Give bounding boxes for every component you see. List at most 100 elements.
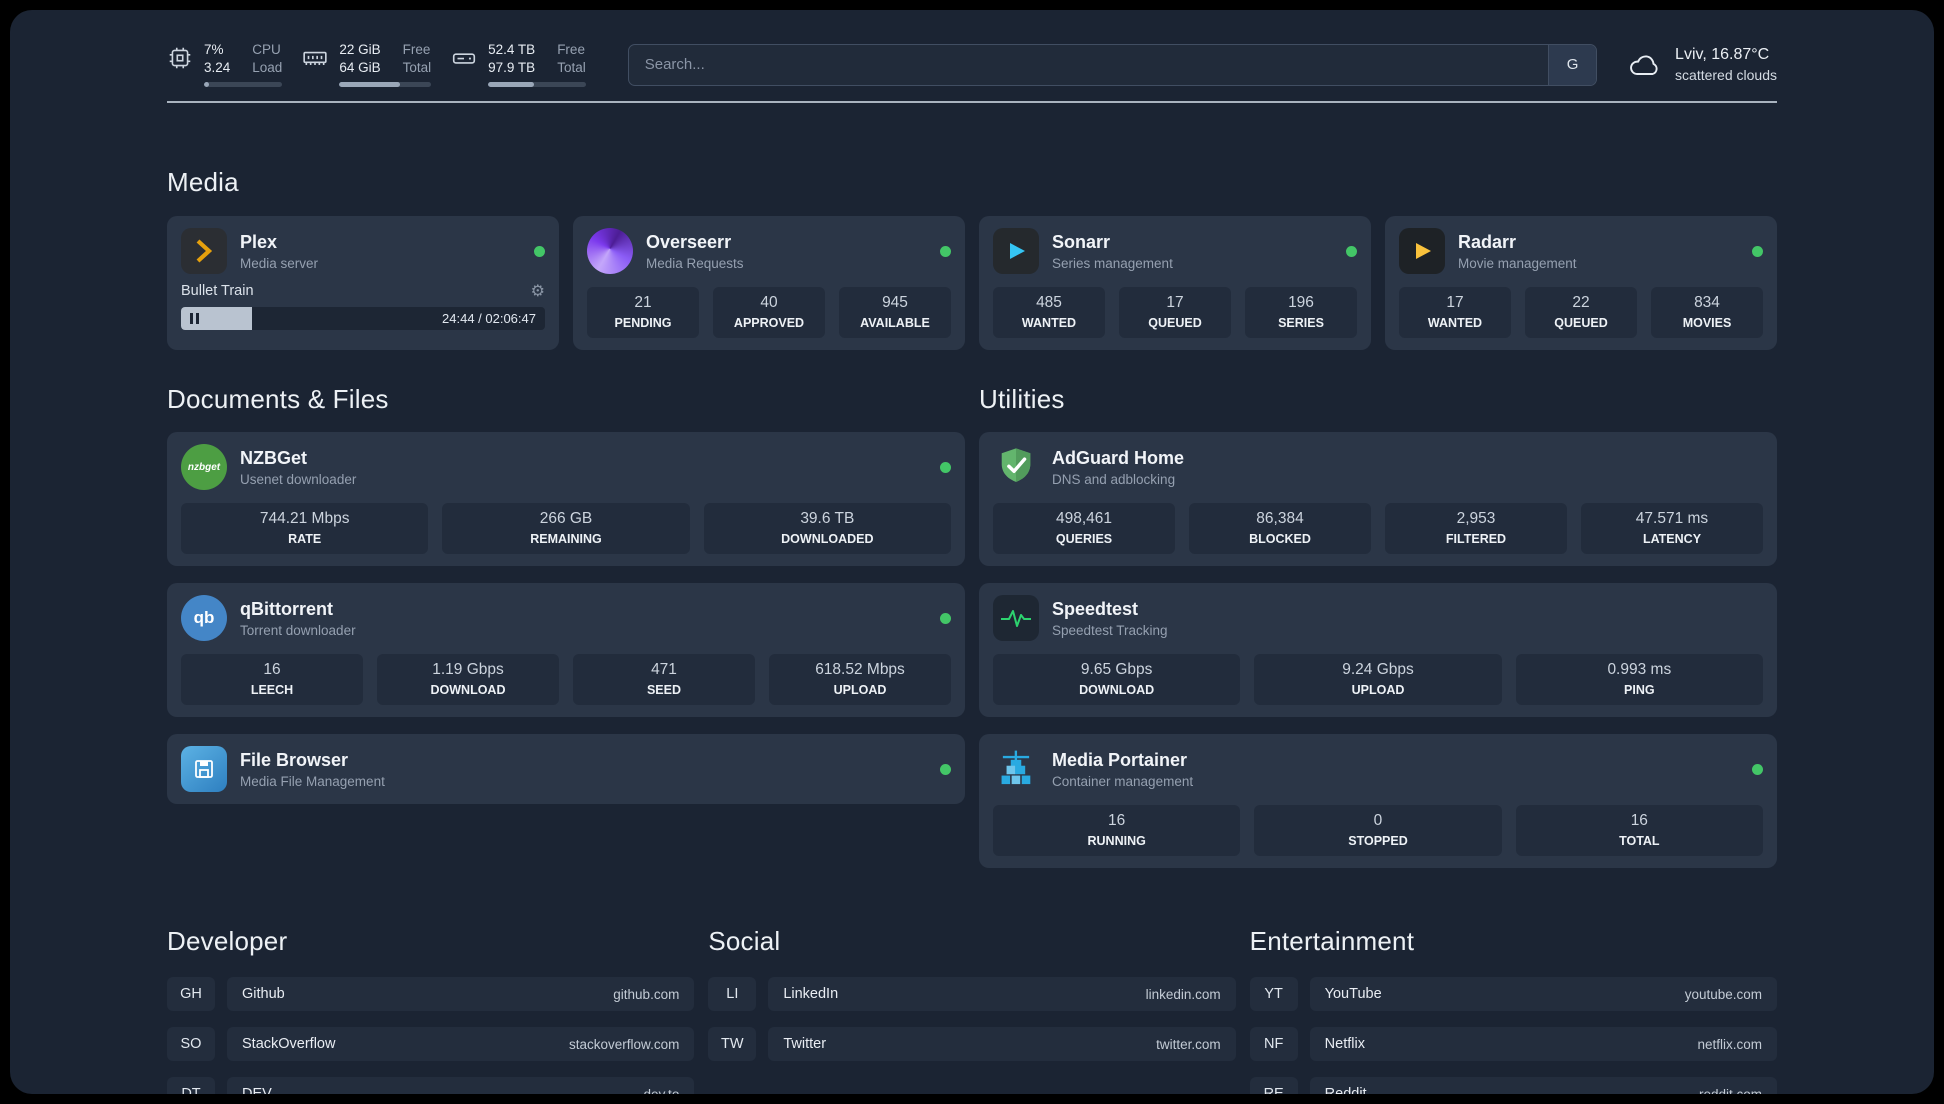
stat-value: 21 <box>634 294 652 311</box>
app-card-qbittorrent[interactable]: qb qBittorrent Torrent downloader 16 LEE… <box>167 583 965 717</box>
search-bar: G <box>627 43 1598 86</box>
stat-value: 471 <box>651 661 677 678</box>
reddit-abbr-tile[interactable]: RE <box>1249 1077 1298 1094</box>
stat-tile-queued: 22 QUEUED <box>1525 287 1637 338</box>
section-title-documents: Documents & Files <box>167 384 389 414</box>
ram-total-label: Total <box>402 60 432 75</box>
app-name: Plex <box>240 231 278 252</box>
topbar-divider <box>167 101 1777 103</box>
pause-icon[interactable] <box>190 313 199 324</box>
netflix-abbr-tile[interactable]: NF <box>1249 1027 1298 1061</box>
disk-free-label: Free <box>557 42 585 57</box>
cpu-usage-value: 7% <box>204 42 224 57</box>
search-input[interactable] <box>628 44 1549 85</box>
ram-total-value: 64 GiB <box>339 60 381 75</box>
stat-label: RUNNING <box>1087 834 1146 848</box>
app-name: Media Portainer <box>1052 749 1188 770</box>
link-stackoverflow: SO StackOverflow stackoverflow.com <box>167 1027 695 1061</box>
qbittorrent-icon: qb <box>181 595 227 641</box>
link-url: netflix.com <box>1697 1036 1762 1052</box>
stat-value: 196 <box>1288 294 1314 311</box>
app-card-nzbget[interactable]: nzbget NZBGet Usenet downloader 744.21 M… <box>167 432 965 566</box>
app-card-plex[interactable]: Plex Media server Bullet Train ⚙ 24:44 /… <box>167 216 559 350</box>
link-netflix: NF Netflix netflix.com <box>1249 1027 1777 1061</box>
section-documents-files: Documents & Files nzbget NZBGet Usenet d… <box>167 384 965 868</box>
stat-tile-downloaded: 39.6 TB DOWNLOADED <box>703 503 951 554</box>
twitter-link-tile[interactable]: Twitter twitter.com <box>768 1027 1236 1061</box>
stat-tile-running: 16 RUNNING <box>993 805 1241 856</box>
app-subtitle: Container management <box>1052 773 1194 789</box>
playback-progress-bar[interactable]: 24:44 / 02:06:47 <box>181 307 545 330</box>
stat-value: 22 <box>1572 294 1590 311</box>
link-url: dev.to <box>643 1086 680 1095</box>
disk-total-label: Total <box>557 60 586 75</box>
stat-value: 9.24 Gbps <box>1342 661 1414 678</box>
status-dot-online <box>1752 245 1763 257</box>
reddit-link-tile[interactable]: Reddit reddit.com <box>1309 1077 1777 1094</box>
ram-free-value: 22 GiB <box>339 42 381 57</box>
app-subtitle: Movie management <box>1458 255 1577 271</box>
stat-label: SEED <box>646 683 682 697</box>
link-name: StackOverflow <box>242 1036 336 1052</box>
app-card-overseerr[interactable]: Overseerr Media Requests 21 PENDING 40 A… <box>573 216 965 350</box>
app-subtitle: Media File Management <box>240 773 385 789</box>
youtube-abbr-tile[interactable]: YT <box>1249 977 1298 1011</box>
search-engine-button[interactable]: G <box>1548 44 1597 85</box>
ram-icon <box>303 51 327 66</box>
app-name: NZBGet <box>240 447 307 468</box>
link-linkedin: LI LinkedIn linkedin.com <box>708 977 1236 1011</box>
app-card-radarr[interactable]: Radarr Movie management 17 WANTED 22 QUE… <box>1385 216 1777 350</box>
stat-tile-movies: 834 MOVIES <box>1651 287 1763 338</box>
github-link-tile[interactable]: Github github.com <box>227 977 695 1011</box>
linkedin-link-tile[interactable]: LinkedIn linkedin.com <box>768 977 1236 1011</box>
stat-value: 16 <box>1108 812 1126 829</box>
app-subtitle: Media server <box>240 255 319 271</box>
stat-label: DOWNLOAD <box>1079 683 1155 697</box>
youtube-link-tile[interactable]: YouTube youtube.com <box>1309 977 1777 1011</box>
app-name: Overseerr <box>646 231 732 252</box>
stat-label: LATENCY <box>1642 532 1702 546</box>
linkedin-abbr-tile[interactable]: LI <box>708 977 757 1011</box>
gear-icon[interactable]: ⚙ <box>531 283 545 299</box>
stat-value: 16 <box>1630 812 1648 829</box>
stat-label: PENDING <box>614 316 672 330</box>
radarr-icon <box>1399 228 1445 274</box>
app-card-filebrowser[interactable]: File Browser Media File Management <box>167 734 965 804</box>
app-card-adguard-home[interactable]: AdGuard Home DNS and adblocking 498,461 … <box>979 432 1777 566</box>
link-youtube: YT YouTube youtube.com <box>1249 977 1777 1011</box>
app-card-portainer[interactable]: Media Portainer Container management 16 … <box>979 734 1777 868</box>
link-url: linkedin.com <box>1145 986 1221 1002</box>
cpu-load-value: 3.24 <box>204 60 231 75</box>
dashboard-screen: 7% 3.24 CPU Load 22 GiB 64 GiB Free Tota… <box>10 10 1934 1094</box>
section-developer: Developer GH Github github.com SO StackO… <box>167 926 695 1095</box>
disk-total-value: 97.9 TB <box>488 60 536 75</box>
twitter-abbr-tile[interactable]: TW <box>708 1027 757 1061</box>
dev-abbr-tile[interactable]: DT <box>167 1077 215 1094</box>
app-card-speedtest[interactable]: Speedtest Speedtest Tracking 9.65 Gbps D… <box>979 583 1777 717</box>
adguard-icon <box>993 444 1039 490</box>
stat-label: SERIES <box>1278 316 1324 330</box>
link-reddit: RE Reddit reddit.com <box>1249 1077 1777 1094</box>
stat-value: 945 <box>882 294 908 311</box>
link-name: YouTube <box>1324 986 1382 1002</box>
stackoverflow-abbr-tile[interactable]: SO <box>167 1027 215 1061</box>
link-url: twitter.com <box>1156 1036 1221 1052</box>
stackoverflow-link-tile[interactable]: StackOverflow stackoverflow.com <box>227 1027 695 1061</box>
status-dot-online <box>1346 245 1357 257</box>
link-dev: DT DEV dev.to <box>167 1077 695 1095</box>
stat-value: 834 <box>1694 294 1720 311</box>
dev-link-tile[interactable]: DEV dev.to <box>227 1077 695 1095</box>
netflix-link-tile[interactable]: Netflix netflix.com <box>1309 1027 1777 1061</box>
stat-label: DOWNLOAD <box>430 683 506 697</box>
stat-tile-stopped: 0 STOPPED <box>1254 805 1502 856</box>
app-card-sonarr[interactable]: Sonarr Series management 485 WANTED 17 Q… <box>979 216 1371 350</box>
stat-value: 2,953 <box>1456 510 1496 527</box>
link-url: stackoverflow.com <box>569 1036 680 1052</box>
stat-label: AVAILABLE <box>860 316 930 330</box>
app-name: File Browser <box>240 749 349 770</box>
link-name: DEV <box>242 1086 272 1094</box>
disk-free-value: 52.4 TB <box>488 42 536 57</box>
stat-tile-available: 945 AVAILABLE <box>839 287 951 338</box>
github-abbr-tile[interactable]: GH <box>167 977 215 1011</box>
stat-tile-pending: 21 PENDING <box>587 287 699 338</box>
